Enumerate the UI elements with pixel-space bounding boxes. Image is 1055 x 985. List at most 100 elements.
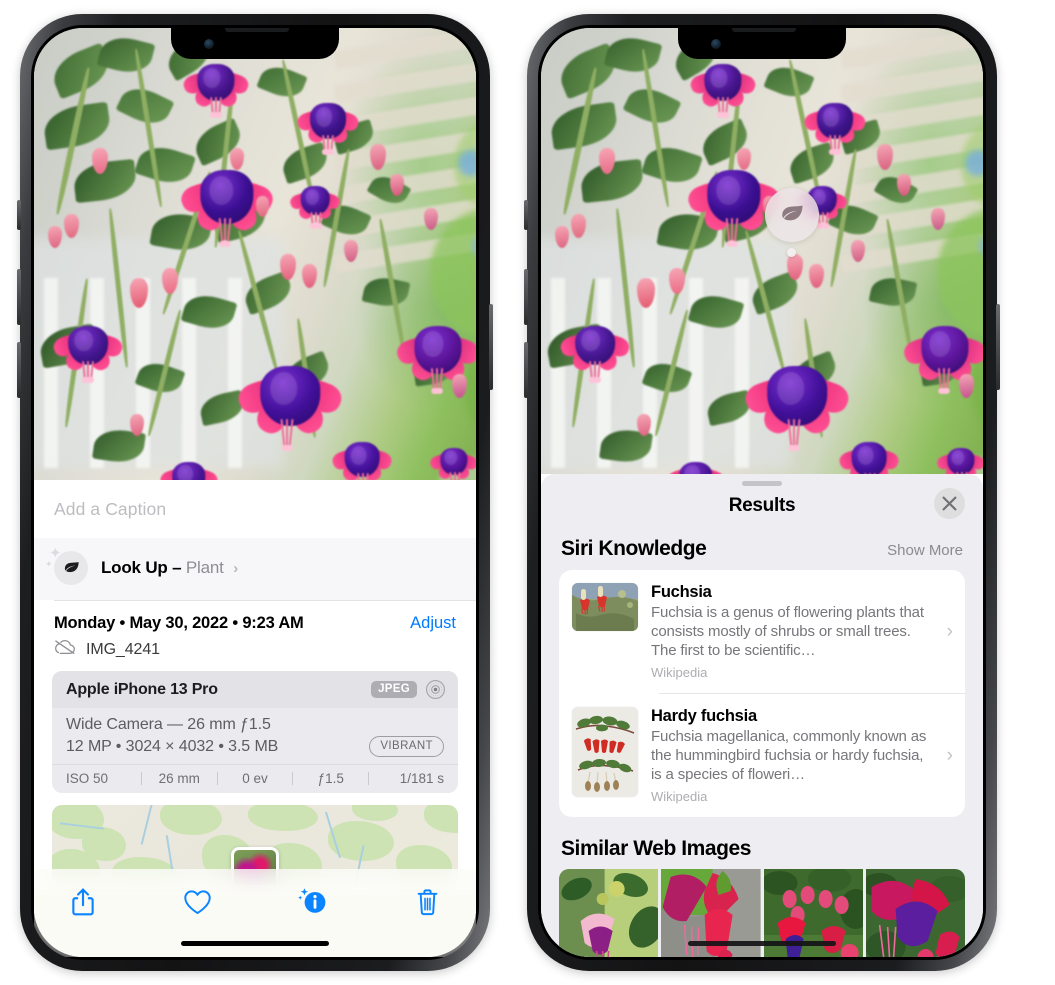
fuchsia-blossom — [558, 300, 632, 384]
photo-element — [370, 144, 386, 170]
photo-element — [840, 28, 983, 70]
caption-field[interactable]: Add a Caption — [34, 480, 476, 538]
earpiece-speaker — [225, 28, 289, 32]
delete-button[interactable] — [406, 881, 448, 923]
fuchsia-blossom — [801, 80, 869, 156]
exif-focal: 26 mm — [158, 771, 200, 786]
corolla — [68, 325, 108, 366]
chevron-right-icon: › — [946, 744, 953, 766]
earpiece-speaker — [732, 28, 796, 32]
photo-element — [302, 264, 317, 288]
notch — [678, 28, 846, 59]
corolla — [817, 103, 853, 140]
result-source: Wikipedia — [651, 789, 708, 805]
result-description: Fuchsia is a genus of flowering plants t… — [651, 604, 924, 660]
corolla — [310, 103, 346, 140]
close-icon[interactable] — [934, 488, 965, 519]
fuchsia-blossom — [288, 168, 342, 229]
web-image-1[interactable] — [559, 869, 659, 957]
results-sheet: Results Siri Knowledge Show More Fuchsia… — [541, 474, 983, 957]
list-item[interactable]: Fuchsia Fuchsia is a genus of flowering … — [559, 570, 965, 693]
fuchsia-blossom — [234, 328, 346, 452]
list-item[interactable]: Hardy fuchsia Fuchsia magellanica, commo… — [559, 694, 965, 817]
camera-metadata-header: Apple iPhone 13 Pro JPEG — [52, 671, 458, 708]
fuchsia-blossom — [157, 440, 221, 480]
photographic-style-badge: VIBRANT — [369, 736, 444, 757]
exif-aperture: ƒ1.5 — [317, 771, 344, 786]
volume-up-button[interactable] — [17, 269, 21, 325]
mute-switch[interactable] — [17, 200, 21, 230]
image-specs: 12 MP • 3024 × 4032 • 3.5 MB — [66, 737, 279, 755]
corolla — [947, 447, 975, 474]
lens-description: Wide Camera — 26 mm ƒ1.5 — [66, 716, 271, 733]
stamen — [361, 473, 364, 480]
volume-down-button[interactable] — [524, 342, 528, 398]
volume-down-button[interactable] — [17, 342, 21, 398]
look-up-row[interactable]: ✦ ✦ Look Up – Plant › — [34, 538, 476, 600]
sparkle-small-icon: ✦ — [45, 559, 53, 569]
siri-knowledge-card: Fuchsia Fuchsia is a genus of flowering … — [559, 570, 965, 818]
similar-web-images-header: Similar Web Images — [541, 817, 983, 869]
camera-metadata-card[interactable]: Apple iPhone 13 Pro JPEG Wide Camera — 2… — [52, 671, 458, 793]
corolla — [851, 442, 887, 474]
photo-viewer[interactable] — [541, 28, 983, 474]
photo-element — [133, 48, 164, 208]
results-header: Results — [541, 486, 983, 533]
photo-element — [571, 214, 586, 238]
exif-iso: ISO 50 — [66, 771, 109, 786]
stamen — [215, 96, 223, 119]
share-button[interactable] — [62, 881, 104, 923]
fuchsia-blossom — [294, 80, 362, 156]
leaf-icon — [54, 551, 88, 585]
phone-right: Results Siri Knowledge Show More Fuchsia… — [524, 14, 1000, 971]
favorite-button[interactable] — [177, 881, 219, 923]
info-button[interactable] — [291, 881, 333, 923]
format-badge: JPEG — [371, 681, 417, 698]
fuchsia-blossom — [836, 420, 902, 474]
photo-element — [280, 254, 296, 280]
mute-switch[interactable] — [524, 200, 528, 230]
look-up-subject: Plant — [185, 558, 224, 577]
volume-up-button[interactable] — [524, 269, 528, 325]
corolla — [575, 325, 615, 366]
power-button[interactable] — [996, 304, 1000, 390]
show-more-button[interactable]: Show More — [887, 542, 963, 559]
photo-element — [787, 254, 803, 280]
fuchsia-blossom — [428, 430, 476, 480]
corolla — [767, 366, 827, 426]
look-up-icon-wrap: ✦ ✦ — [45, 546, 88, 587]
file-row: IMG_4241 — [34, 635, 476, 671]
power-button[interactable] — [489, 304, 493, 390]
fuchsia-blossom — [741, 328, 853, 452]
home-indicator[interactable] — [688, 941, 836, 946]
visual-look-up-badge[interactable] — [765, 188, 819, 242]
exif-shutter: 1/181 s — [399, 771, 444, 786]
photo-element — [640, 48, 671, 208]
corolla — [679, 461, 713, 474]
photo-element — [424, 208, 438, 230]
fuchsia-blossom — [684, 136, 784, 247]
file-name: IMG_4241 — [86, 640, 160, 658]
look-up-label: Look Up – Plant › — [101, 558, 238, 578]
corolla — [260, 366, 320, 426]
fuchsia-blossom — [935, 430, 983, 474]
corolla — [172, 461, 206, 480]
results-title: Results — [728, 495, 796, 516]
photo-date: Monday • May 30, 2022 • 9:23 AM — [54, 614, 304, 632]
web-image-4[interactable] — [865, 869, 965, 957]
corolla — [300, 186, 330, 215]
result-title: Fuchsia — [651, 583, 712, 601]
front-camera-icon — [204, 39, 214, 49]
screenshot-stage: Add a Caption ✦ ✦ Look Up – Plant › Mond… — [0, 0, 1055, 985]
home-indicator[interactable] — [181, 941, 329, 946]
icloud-slash-icon — [54, 639, 76, 660]
stamen — [222, 217, 229, 247]
chevron-right-icon: › — [946, 620, 953, 642]
result-description: Fuchsia magellanica, commonly known as t… — [651, 728, 927, 784]
device-name: Apple iPhone 13 Pro — [66, 680, 218, 698]
adjust-button[interactable]: Adjust — [410, 614, 456, 633]
stamen — [454, 471, 457, 480]
section-title: Similar Web Images — [561, 837, 751, 861]
screen-right: Results Siri Knowledge Show More Fuchsia… — [541, 28, 983, 957]
photo-viewer[interactable] — [34, 28, 476, 480]
